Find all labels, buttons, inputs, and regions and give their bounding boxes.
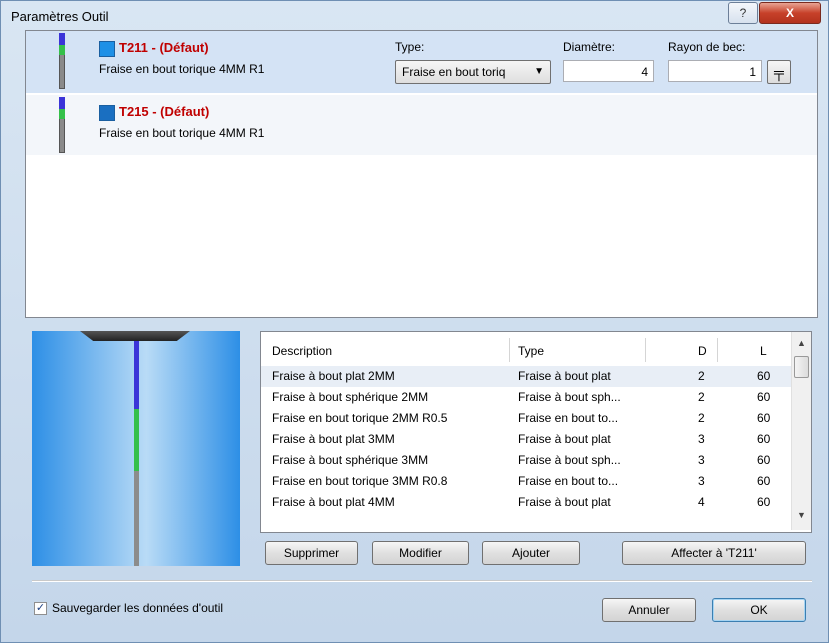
column-header-l[interactable]: L [760, 344, 767, 358]
tool-shape-icon [59, 97, 65, 153]
ok-button[interactable]: OK [712, 598, 806, 622]
cell-diameter: 3 [698, 453, 705, 467]
tool-name: T215 - (Défaut) [119, 104, 210, 119]
type-label: Type: [395, 40, 425, 54]
cell-diameter: 2 [698, 390, 705, 404]
tool-type-value: Fraise en bout toriq [402, 65, 506, 79]
column-header-type[interactable]: Type [518, 344, 544, 358]
save-tool-data-label: Sauvegarder les données d'outil [52, 601, 224, 615]
assign-tool-button[interactable]: Affecter à 'T211' [622, 541, 806, 565]
cell-description: Fraise en bout torique 3MM R0.8 [272, 474, 448, 488]
cell-diameter: 3 [698, 474, 705, 488]
cell-type: Fraise à bout sph... [518, 390, 621, 404]
cell-description: Fraise à bout plat 2MM [272, 369, 395, 383]
tool-holder [80, 331, 190, 341]
tool-list: T211 - (Défaut) Fraise en bout torique 4… [25, 30, 818, 318]
chevron-down-icon: ▼ [534, 66, 544, 77]
save-tool-data-checkbox[interactable]: ✓ [34, 602, 47, 615]
cell-type: Fraise à bout plat [518, 495, 611, 509]
cell-length: 60 [757, 495, 771, 509]
tool-description: Fraise en bout torique 4MM R1 [99, 126, 265, 140]
table-row[interactable]: Fraise à bout plat 2MM Fraise à bout plat… [261, 366, 791, 387]
tool-item-t211[interactable]: T211 - (Défaut) Fraise en bout torique 4… [26, 31, 817, 93]
tool-shank-segment [134, 471, 139, 566]
tool-preview [32, 331, 240, 566]
dialog-title: Paramètres Outil [11, 9, 109, 24]
close-button[interactable]: X [759, 2, 821, 24]
cell-length: 60 [757, 432, 771, 446]
cell-length: 60 [757, 453, 771, 467]
corner-radius-value: 1 [749, 65, 756, 79]
diameter-value: 4 [641, 65, 648, 79]
tool-library-button[interactable]: ╤ [767, 60, 791, 84]
add-button[interactable]: Ajouter [482, 541, 580, 565]
tool-shape-icon [59, 33, 65, 89]
tool-neck-segment [134, 409, 139, 471]
tool-library-table: Description Type D L Fraise à bout plat … [260, 331, 812, 533]
table-row[interactable]: Fraise en bout torique 2MM R0.5 Fraise en… [261, 408, 791, 429]
cell-diameter: 4 [698, 495, 705, 509]
cell-description: Fraise en bout torique 2MM R0.5 [272, 411, 448, 425]
corner-radius-field[interactable]: 1 [668, 60, 762, 82]
tool-name: T211 - (Défaut) [119, 40, 209, 55]
tool-color-swatch [99, 105, 115, 121]
tool-description: Fraise en bout torique 4MM R1 [99, 62, 265, 76]
table-scrollbar[interactable]: ▲ ▼ [791, 332, 811, 530]
modify-button[interactable]: Modifier [372, 541, 469, 565]
divider [32, 580, 812, 582]
cell-type: Fraise en bout to... [518, 474, 619, 488]
tool-color-swatch [99, 41, 115, 57]
table-row[interactable]: Fraise en bout torique 3MM R0.8 Fraise en… [261, 471, 791, 492]
cell-description: Fraise à bout sphérique 2MM [272, 390, 429, 404]
tool-flute-segment [134, 341, 139, 409]
cell-length: 60 [757, 390, 771, 404]
help-button[interactable]: ? [728, 2, 758, 24]
table-row[interactable]: Fraise à bout sphérique 2MM Fraise à bout… [261, 387, 791, 408]
scroll-up-icon[interactable]: ▲ [794, 338, 809, 352]
column-header-description[interactable]: Description [272, 344, 332, 358]
table-row[interactable]: Fraise à bout plat 4MM Fraise à bout plat… [261, 492, 791, 513]
scroll-down-icon[interactable]: ▼ [794, 510, 809, 524]
table-header: Description Type D L [261, 332, 791, 366]
cell-type: Fraise à bout sph... [518, 453, 621, 467]
scrollbar-thumb[interactable] [794, 356, 809, 378]
cancel-button[interactable]: Annuler [602, 598, 696, 622]
table-row[interactable]: Fraise à bout sphérique 3MM Fraise à bout… [261, 450, 791, 471]
diameter-label: Diamètre: [563, 40, 616, 54]
cell-diameter: 3 [698, 432, 705, 446]
cell-length: 60 [757, 369, 771, 383]
delete-button[interactable]: Supprimer [265, 541, 358, 565]
title-bar: Paramètres Outil ? X [1, 1, 828, 31]
corner-radius-label: Rayon de bec: [668, 40, 746, 54]
cell-type: Fraise à bout plat [518, 369, 611, 383]
cell-diameter: 2 [698, 411, 705, 425]
cell-description: Fraise à bout plat 4MM [272, 495, 395, 509]
cell-diameter: 2 [698, 369, 705, 383]
cell-length: 60 [757, 474, 771, 488]
table-row[interactable]: Fraise à bout plat 3MM Fraise à bout plat… [261, 429, 791, 450]
column-header-d[interactable]: D [698, 344, 707, 358]
cell-type: Fraise en bout to... [518, 411, 619, 425]
diameter-field[interactable]: 4 [563, 60, 654, 82]
cell-description: Fraise à bout plat 3MM [272, 432, 395, 446]
cell-description: Fraise à bout sphérique 3MM [272, 453, 429, 467]
cell-length: 60 [757, 411, 771, 425]
cell-type: Fraise à bout plat [518, 432, 611, 446]
tool-type-dropdown[interactable]: Fraise en bout toriq ▼ [395, 60, 551, 84]
tool-item-t215[interactable]: T215 - (Défaut) Fraise en bout torique 4… [26, 95, 817, 155]
